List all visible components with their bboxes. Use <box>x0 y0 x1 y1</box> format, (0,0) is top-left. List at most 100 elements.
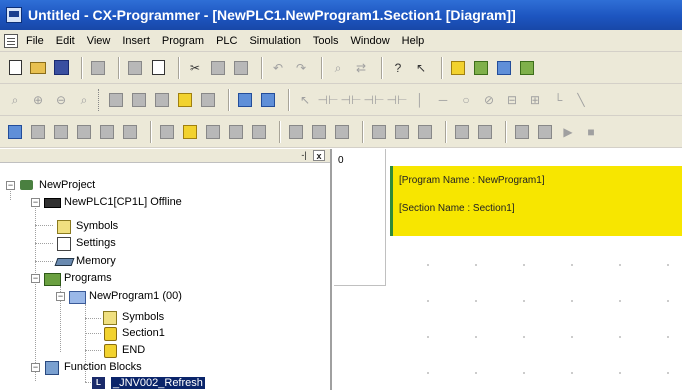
tree-node-settings[interactable]: Settings <box>56 235 116 251</box>
toolbar-grip[interactable] <box>98 88 101 111</box>
page-setup-icon[interactable] <box>149 59 167 77</box>
compare3-icon[interactable] <box>416 123 434 141</box>
transfer-icon[interactable] <box>495 59 513 77</box>
contact-no-icon[interactable]: ⊣⊢ <box>318 91 339 109</box>
compare-icon[interactable] <box>370 123 388 141</box>
undo-icon[interactable]: ↶ <box>269 59 287 77</box>
list-icon[interactable] <box>130 91 148 109</box>
sim-step-icon[interactable] <box>513 123 531 141</box>
diagram-grid[interactable] <box>394 241 682 381</box>
instruction-icon[interactable]: ⊟ <box>503 91 521 109</box>
watch-icon[interactable] <box>52 123 70 141</box>
coil-icon[interactable]: ○ <box>457 91 475 109</box>
copy-icon[interactable] <box>209 59 227 77</box>
menu-view[interactable]: View <box>87 35 111 47</box>
menu-plc[interactable]: PLC <box>216 35 237 47</box>
data-trace-icon[interactable] <box>476 123 494 141</box>
replace-icon[interactable]: ⇄ <box>352 59 370 77</box>
menu-simulation[interactable]: Simulation <box>249 35 300 47</box>
properties-icon[interactable] <box>121 123 139 141</box>
tree-node-program-symbols[interactable]: Symbols <box>102 309 164 325</box>
print-icon[interactable] <box>126 59 144 77</box>
new-icon[interactable] <box>6 59 24 77</box>
online-icon[interactable] <box>449 59 467 77</box>
cx-programmer-app-icon[interactable] <box>6 7 22 23</box>
tree-node-section[interactable]: Section1 <box>102 325 165 341</box>
rung-comment-box[interactable]: [Program Name : NewProgram1] [Section Na… <box>393 166 682 236</box>
zoom-icon[interactable]: ⌕ <box>6 91 24 109</box>
zoom-in-icon[interactable]: ⊕ <box>29 91 47 109</box>
document-menu-icon[interactable] <box>4 33 18 48</box>
cross-ref-icon[interactable] <box>98 123 116 141</box>
collapse-icon[interactable]: − <box>56 291 65 301</box>
vertical-line-icon[interactable]: │ <box>411 91 429 109</box>
help-icon[interactable]: ? <box>389 59 407 77</box>
contact-nc-icon[interactable]: ⊣⊢ <box>341 91 362 109</box>
menu-program[interactable]: Program <box>162 35 204 47</box>
open-icon[interactable] <box>29 59 47 77</box>
compare2-icon[interactable] <box>393 123 411 141</box>
tree-node-programs[interactable]: − Programs <box>31 270 112 286</box>
ladder-diagram-pane[interactable]: 0 [Program Name : NewProgram1] [Section … <box>334 149 682 390</box>
grid-view-icon[interactable] <box>287 123 305 141</box>
pin-icon[interactable]: -| <box>298 150 310 161</box>
comment-icon[interactable] <box>176 91 194 109</box>
tree-node-memory[interactable]: Memory <box>56 253 116 269</box>
compile-icon[interactable] <box>518 59 536 77</box>
save-icon[interactable] <box>52 59 70 77</box>
grid-icon[interactable] <box>107 91 125 109</box>
output-icon[interactable] <box>29 123 47 141</box>
setup-icon[interactable] <box>250 123 268 141</box>
cut-icon[interactable]: ✂ <box>186 59 204 77</box>
tree-node-program[interactable]: − NewProgram1 (00) <box>56 288 182 304</box>
zoom-out-icon[interactable]: ⊖ <box>52 91 70 109</box>
paste-icon[interactable] <box>232 59 250 77</box>
contact-ornc-icon[interactable]: ⊣⊢ <box>387 91 408 109</box>
collapse-icon[interactable]: − <box>6 180 15 190</box>
tree-node-end[interactable]: END <box>102 342 145 358</box>
tree-node-function-blocks[interactable]: − Function Blocks <box>31 359 142 375</box>
table-icon[interactable] <box>153 91 171 109</box>
menu-help[interactable]: Help <box>402 35 425 47</box>
tree-node-fb-item[interactable]: _JNV002_Refresh <box>91 375 205 390</box>
close-icon[interactable]: x <box>313 150 325 161</box>
monitor-icon[interactable] <box>472 59 490 77</box>
menu-insert[interactable]: Insert <box>122 35 150 47</box>
select-icon[interactable]: ↖ <box>296 91 314 109</box>
collapse-icon[interactable]: − <box>31 197 40 207</box>
collapse-icon[interactable]: − <box>31 362 40 372</box>
menu-tools[interactable]: Tools <box>313 35 339 47</box>
diagonal-icon[interactable]: ╲ <box>572 91 590 109</box>
grid-view2-icon[interactable] <box>310 123 328 141</box>
diff-icon[interactable] <box>259 91 277 109</box>
collapse-icon[interactable]: − <box>31 273 40 283</box>
address-icon[interactable] <box>75 123 93 141</box>
monitor-table-icon[interactable] <box>453 123 471 141</box>
tree-node-symbols[interactable]: Symbols <box>56 218 118 234</box>
context-help-icon[interactable]: ↖ <box>412 59 430 77</box>
horizontal-line-icon[interactable]: ─ <box>434 91 452 109</box>
grid-view3-icon[interactable] <box>333 123 351 141</box>
print-preview-icon[interactable] <box>89 59 107 77</box>
zoom-fit-icon[interactable]: ⌕ <box>75 91 93 109</box>
fb-call-icon[interactable]: ⊞ <box>526 91 544 109</box>
project-workspace-icon[interactable] <box>6 123 24 141</box>
symbols-table-icon[interactable] <box>158 123 176 141</box>
sim-run-icon[interactable]: ▶ <box>559 123 577 141</box>
tree-node-project[interactable]: − NewProject <box>6 177 95 193</box>
redo-icon[interactable]: ↷ <box>292 59 310 77</box>
find-icon[interactable]: ⌕ <box>329 59 347 77</box>
coil-nc-icon[interactable]: ⊘ <box>480 91 498 109</box>
sim-break-icon[interactable] <box>536 123 554 141</box>
menu-edit[interactable]: Edit <box>56 35 75 47</box>
tree-node-plc[interactable]: − NewPLC1[CP1L] Offline <box>31 194 182 210</box>
monitor-diagram-icon[interactable] <box>236 91 254 109</box>
settings-icon[interactable] <box>227 123 245 141</box>
lines-icon[interactable]: └ <box>549 91 567 109</box>
mnemonic-icon[interactable] <box>199 91 217 109</box>
menu-file[interactable]: File <box>26 35 44 47</box>
memory-icon[interactable] <box>181 123 199 141</box>
menu-window[interactable]: Window <box>351 35 390 47</box>
contact-or-icon[interactable]: ⊣⊢ <box>364 91 385 109</box>
sim-stop-icon[interactable]: ■ <box>582 123 600 141</box>
